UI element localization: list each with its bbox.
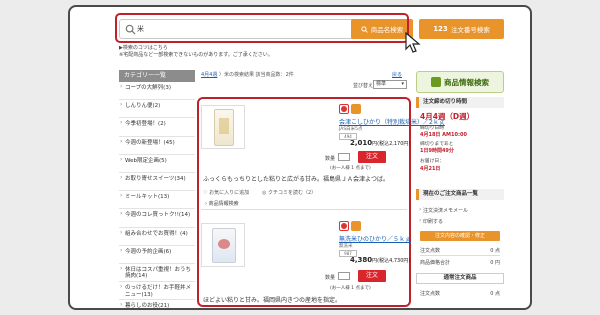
add-to-cart-button[interactable]: 注文: [358, 270, 386, 282]
delivery-week: 4月4週（D週）: [420, 112, 475, 121]
category-item[interactable]: 暮らしのお役(21): [119, 300, 195, 308]
category-list: コープの大鮮列(3) しんりん便(2) 今季初登場！(2) 今週の新登場！(45…: [119, 82, 195, 308]
breadcrumb-text: 〉米の検索結果 該当商品数：: [218, 72, 286, 78]
mouse-cursor-icon: [405, 32, 421, 53]
remaining-label: 締切りまであと: [420, 142, 454, 147]
remaining-value: 1日9時間49分: [420, 148, 454, 154]
category-item[interactable]: 休日はコスパ重視！おうち焼肉(14): [119, 264, 195, 283]
product-name-link[interactable]: 無洗米ひのひかり／５ｋｇ: [339, 234, 411, 243]
apple-icon: [339, 104, 349, 114]
mark-icon: [351, 221, 361, 231]
memo-mail-link[interactable]: 注文決済メモメール: [419, 206, 468, 214]
search-highlight-box: [115, 13, 409, 43]
review-link[interactable]: ◎ クチコミを読む（2）: [262, 189, 316, 196]
quantity-label: 数量: [325, 275, 336, 281]
regular-order-header: 通常注文商品: [416, 273, 504, 284]
sort-select[interactable]: 標準 ▾: [373, 80, 407, 89]
deadline-header: 注文締め切り時間: [416, 97, 504, 108]
info-search-label: 商品情報検索: [444, 77, 489, 87]
category-item[interactable]: 今週のコレ買っトク!!(14): [119, 209, 195, 228]
product-description: ふっくらもっちりとした粘りと広がる甘み。福島県ＪＡ会津よつば。: [203, 176, 390, 183]
search-note: ※宅配商品など一部検索できないものがあります。ご了承ください。: [119, 52, 273, 58]
deadline-value: 4月18日 AM10:00: [420, 132, 467, 138]
info-search-icon: [431, 77, 441, 87]
category-item[interactable]: 組み合わせでお買得！(4): [119, 228, 195, 246]
search-tips: ▶検索のコツはこちら ※宅配商品など一部検索できないものがあります。ご了承くださ…: [119, 45, 273, 59]
category-item[interactable]: Web限定企画(5): [119, 155, 195, 173]
product-image[interactable]: [201, 105, 245, 149]
result-count: 2件: [285, 72, 294, 78]
sort-label: 並び替え: [353, 83, 374, 89]
mark-icon: [351, 104, 361, 114]
browser-frame: 商品名検索 123 注文番号検索 ▶検索のコツはこちら ※宅配商品など一部検索で…: [68, 5, 532, 310]
total-qty-label: 注文点数: [420, 248, 441, 254]
product-info-link[interactable]: › 商品情報検索: [205, 200, 239, 207]
cart-header: 現在のご注文商品一覧: [416, 189, 504, 200]
breadcrumb: 4月4週 〉米の検索結果 該当商品数：2件: [201, 71, 294, 78]
category-item[interactable]: しんりん便(2): [119, 100, 195, 119]
breadcrumb-week-link[interactable]: 4月4週: [201, 72, 217, 78]
regular-qty-value: 0 点: [490, 291, 500, 297]
category-item[interactable]: お取り寄せスイーツ(34): [119, 173, 195, 192]
confirm-order-button[interactable]: 注文内容の確認・修正: [420, 231, 500, 241]
purchase-limit: (お一人様 1 点まで): [330, 286, 371, 291]
product-badges: [339, 221, 361, 231]
category-header: カテゴリー一覧: [119, 70, 195, 82]
deadline-label: 締切り日時: [420, 126, 444, 131]
order-number-prefix: 123: [433, 25, 448, 33]
total-qty-value: 0 点: [490, 248, 500, 254]
product-image[interactable]: [201, 223, 245, 267]
print-link[interactable]: 印刷する: [419, 217, 443, 225]
quantity-input[interactable]: [338, 153, 350, 161]
delivery-label: お届け日：: [420, 159, 444, 164]
category-item[interactable]: コープの大鮮列(3): [119, 82, 195, 101]
product-price: 4,380円(税込4,730円): [350, 256, 411, 264]
purchase-limit: (お一人様 1 点まで): [330, 166, 371, 171]
category-item[interactable]: ミールキット(13): [119, 191, 195, 210]
delivery-value: 4月21日: [420, 166, 441, 172]
product-subtext: JAS白米5点: [339, 127, 363, 132]
order-number-label: 注文番号検索: [450, 26, 490, 34]
back-link[interactable]: 戻る: [392, 71, 402, 78]
add-to-cart-button[interactable]: 注文: [358, 151, 386, 163]
favorite-link[interactable]: ♡ お気に入りに追加: [203, 189, 249, 196]
chevron-down-icon: ▾: [401, 81, 404, 87]
product-subtext: 無洗米: [339, 244, 353, 249]
product-description: ほどよい粘りと甘み。福岡県内きつの産地を指定。: [203, 297, 342, 304]
quantity-label: 数量: [325, 156, 336, 162]
rice-bag-image: [214, 109, 234, 146]
regular-qty-label: 注文点数: [420, 291, 441, 297]
rice-bag-image: [212, 228, 236, 263]
quantity-input[interactable]: [338, 272, 350, 280]
category-item[interactable]: 今季初登場！(2): [119, 118, 195, 137]
order-number-search-button[interactable]: 123 注文番号検索: [419, 19, 504, 39]
product-info-search-banner[interactable]: 商品情報検索: [416, 71, 504, 93]
category-item[interactable]: 今週の予約企画(6): [119, 246, 195, 264]
product-badges: [339, 104, 361, 114]
divider: [201, 209, 407, 210]
category-item[interactable]: のっけるだけ！お手軽丼メニュー(13): [119, 282, 195, 301]
category-item[interactable]: 今週の新登場！(45): [119, 137, 195, 155]
apple-icon: [339, 221, 349, 231]
product-price: 2,010円(税込2,170円): [350, 139, 411, 147]
search-tips-link[interactable]: ▶検索のコツはこちら: [119, 45, 273, 52]
divider: [420, 255, 500, 256]
total-price-label: 商品価格合計: [420, 260, 451, 266]
total-price-value: 0 円: [490, 260, 500, 266]
